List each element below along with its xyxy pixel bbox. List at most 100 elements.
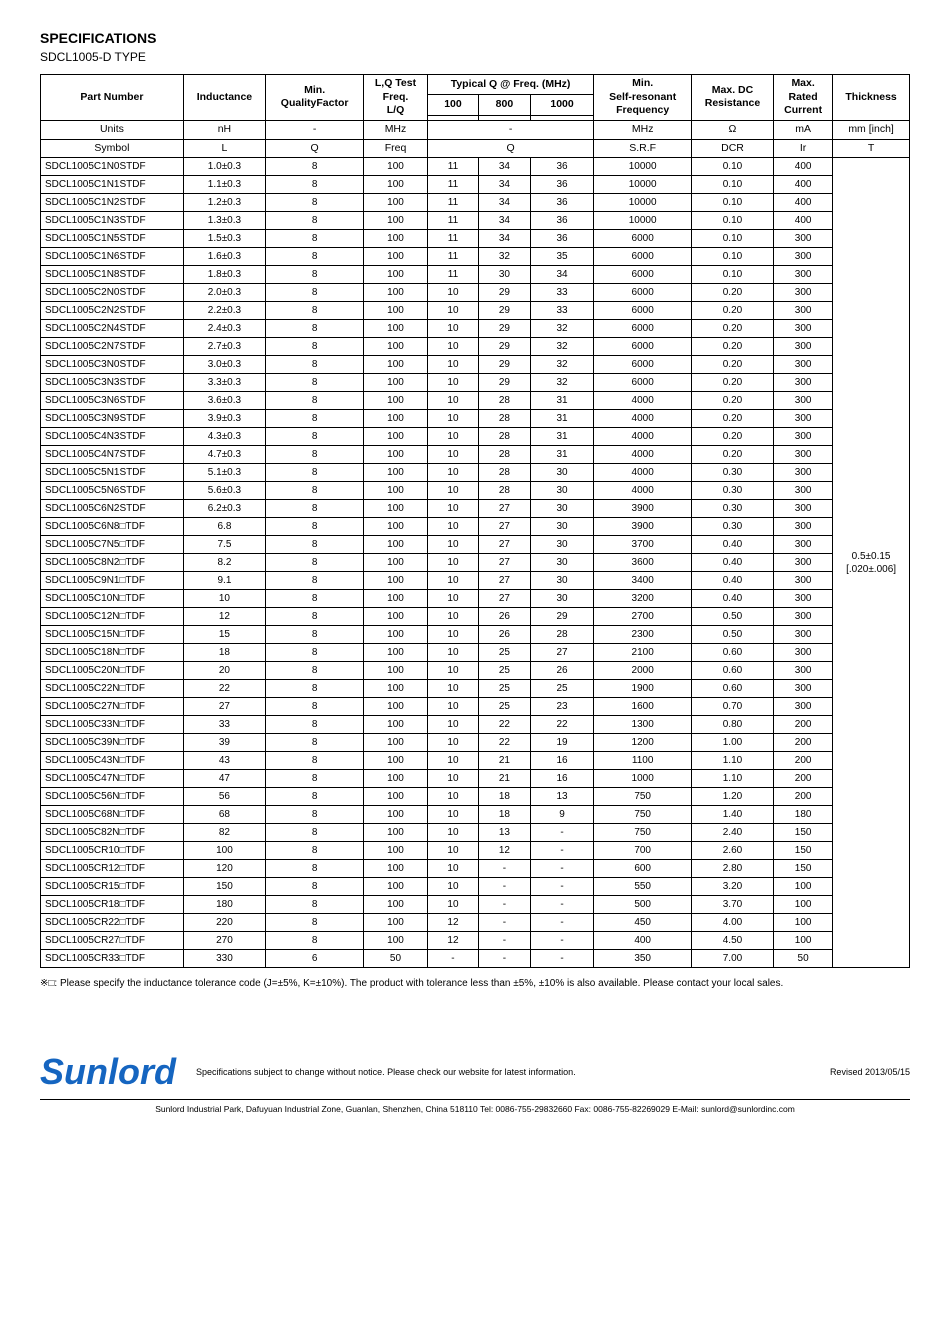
units-ohm: Ω [691,120,773,139]
cell-min-q: 8 [266,752,364,770]
cell-max-rated: 200 [774,734,833,752]
cell-q-800: 27 [479,536,530,554]
table-row: SDCL1005C8N2□TDF8.2810010273036000.40300 [41,554,910,572]
cell-max-rated: 300 [774,392,833,410]
cell-part-number: SDCL1005C6N8□TDF [41,518,184,536]
cell-max-dc: 0.40 [691,536,773,554]
cell-lq-freq: 100 [364,410,427,428]
cell-part-number: SDCL1005C7N5□TDF [41,536,184,554]
cell-inductance: 2.0±0.3 [183,284,265,302]
table-row: SDCL1005C6N8□TDF6.8810010273039000.30300 [41,518,910,536]
cell-min-srf: 2000 [594,662,691,680]
cell-part-number: SDCL1005C82N□TDF [41,824,184,842]
cell-q-100: 10 [427,446,478,464]
cell-min-q: 8 [266,932,364,950]
cell-lq-freq: 100 [364,662,427,680]
cell-q-100: 10 [427,500,478,518]
cell-q-1000: 30 [530,482,594,500]
cell-q-1000: 36 [530,176,594,194]
cell-part-number: SDCL1005C3N9STDF [41,410,184,428]
cell-min-q: 8 [266,824,364,842]
cell-min-q: 8 [266,698,364,716]
cell-max-dc: 1.20 [691,788,773,806]
cell-min-q: 8 [266,608,364,626]
cell-q-1000: 29 [530,608,594,626]
cell-q-800: - [479,860,530,878]
cell-min-q: 8 [266,896,364,914]
cell-lq-freq: 100 [364,590,427,608]
cell-max-rated: 300 [774,590,833,608]
cell-q-100: 10 [427,662,478,680]
cell-part-number: SDCL1005C5N6STDF [41,482,184,500]
cell-part-number: SDCL1005C9N1□TDF [41,572,184,590]
cell-q-100: - [427,950,478,968]
cell-inductance: 8.2 [183,554,265,572]
cell-q-1000: - [530,824,594,842]
cell-q-100: 10 [427,518,478,536]
footer-address: Sunlord Industrial Park, Dafuyuan Indust… [40,1099,910,1114]
cell-part-number: SDCL1005C1N6STDF [41,248,184,266]
cell-max-dc: 0.20 [691,428,773,446]
cell-part-number: SDCL1005C1N5STDF [41,230,184,248]
cell-q-1000: 26 [530,662,594,680]
col-part-number: Part Number [41,75,184,121]
cell-q-800: 25 [479,644,530,662]
cell-min-q: 8 [266,320,364,338]
cell-lq-freq: 100 [364,536,427,554]
cell-lq-freq: 100 [364,752,427,770]
cell-q-800: 27 [479,590,530,608]
cell-q-1000: 28 [530,626,594,644]
cell-q-1000: - [530,950,594,968]
cell-q-800: 26 [479,608,530,626]
table-row: SDCL1005C4N3STDF4.3±0.3810010283140000.2… [41,428,910,446]
cell-q-1000: 30 [530,518,594,536]
cell-q-1000: 22 [530,716,594,734]
cell-min-srf: 3900 [594,518,691,536]
cell-part-number: SDCL1005C33N□TDF [41,716,184,734]
cell-lq-freq: 100 [364,266,427,284]
cell-inductance: 12 [183,608,265,626]
cell-q-100: 10 [427,356,478,374]
table-row: SDCL1005C2N0STDF2.0±0.3810010293360000.2… [41,284,910,302]
table-row: SDCL1005C7N5□TDF7.5810010273037000.40300 [41,536,910,554]
cell-min-srf: 10000 [594,158,691,176]
cell-max-dc: 1.00 [691,734,773,752]
cell-lq-freq: 100 [364,860,427,878]
table-row: SDCL1005C20N□TDF20810010252620000.60300 [41,662,910,680]
cell-q-100: 11 [427,176,478,194]
table-row: SDCL1005C27N□TDF27810010252316000.70300 [41,698,910,716]
cell-min-q: 8 [266,392,364,410]
cell-part-number: SDCL1005C15N□TDF [41,626,184,644]
cell-q-1000: 36 [530,212,594,230]
cell-min-q: 8 [266,680,364,698]
cell-inductance: 1.8±0.3 [183,266,265,284]
cell-max-rated: 300 [774,608,833,626]
cell-max-dc: 0.30 [691,518,773,536]
cell-part-number: SDCL1005C47N□TDF [41,770,184,788]
table-row: SDCL1005C43N□TDF43810010211611001.10200 [41,752,910,770]
cell-min-q: 8 [266,428,364,446]
cell-max-rated: 300 [774,230,833,248]
cell-max-rated: 200 [774,788,833,806]
cell-q-100: 10 [427,320,478,338]
cell-part-number: SDCL1005C8N2□TDF [41,554,184,572]
table-row: SDCL1005CR33□TDF330650---3507.0050 [41,950,910,968]
cell-min-q: 8 [266,446,364,464]
cell-part-number: SDCL1005C6N2STDF [41,500,184,518]
cell-part-number: SDCL1005C4N3STDF [41,428,184,446]
cell-max-dc: 0.10 [691,212,773,230]
cell-lq-freq: 100 [364,914,427,932]
cell-q-800: - [479,950,530,968]
cell-max-dc: 0.20 [691,374,773,392]
cell-max-rated: 300 [774,554,833,572]
cell-q-800: 34 [479,158,530,176]
cell-max-rated: 200 [774,752,833,770]
cell-lq-freq: 100 [364,482,427,500]
cell-q-1000: 35 [530,248,594,266]
cell-max-dc: 0.20 [691,320,773,338]
cell-q-800: - [479,914,530,932]
table-row: SDCL1005C1N5STDF1.5±0.3810011343660000.1… [41,230,910,248]
cell-lq-freq: 100 [364,824,427,842]
cell-q-100: 11 [427,230,478,248]
cell-max-dc: 0.80 [691,716,773,734]
